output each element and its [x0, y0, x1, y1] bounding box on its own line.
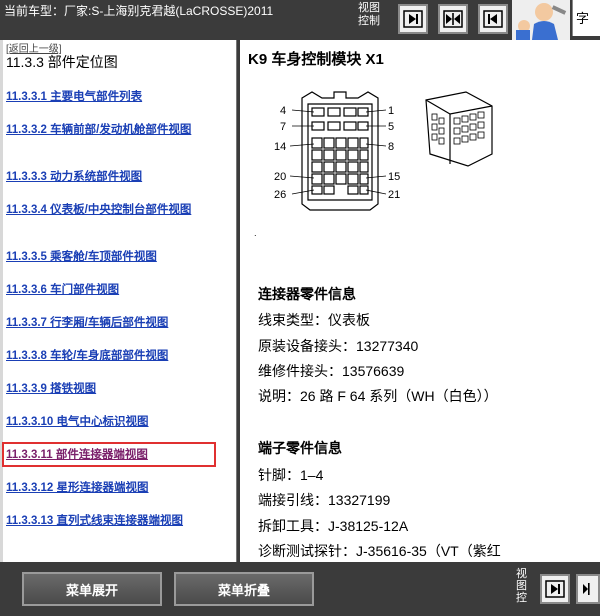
- pin-label-1: 1: [388, 105, 394, 117]
- prev-page-button[interactable]: [478, 4, 508, 34]
- description-line: 说明：26 路 F 64 系列（WH（白色））: [258, 388, 498, 404]
- mechanic-mascot-image: [512, 0, 570, 40]
- toc-scrollbar[interactable]: [0, 40, 3, 562]
- pin-label-14: 14: [274, 141, 286, 153]
- pins-line: 针脚：1–4: [258, 467, 324, 483]
- doc-title: K9 车身控制模块 X1: [248, 51, 384, 68]
- next-page-button[interactable]: [398, 4, 428, 34]
- arrow-right-bar-icon: [403, 10, 423, 28]
- view-control-label: 视图控制: [358, 1, 380, 27]
- active-item-highlight: [2, 442, 216, 467]
- toc-item-front-engine-bay[interactable]: 11.3.3.2 车辆前部/发动机舱部件视图: [6, 123, 228, 137]
- toc-item-trunk-rear[interactable]: 11.3.3.7 行李厢/车辆后部件视图: [6, 316, 228, 330]
- service-connector-line: 维修件接头：13576639: [258, 363, 405, 379]
- top-bar: 当前车型：厂家:S-上海别克君越(LaCROSSE)2011 视图控制 字: [0, 0, 600, 40]
- menu-collapse-button[interactable]: 菜单折叠: [174, 572, 314, 606]
- toc-item-dashboard-console[interactable]: 11.3.3.4 仪表板/中央控制台部件视图: [6, 203, 228, 217]
- split-view-button[interactable]: [438, 4, 468, 34]
- split-arrows-icon: [583, 583, 590, 595]
- split-view-button-bottom[interactable]: [576, 574, 600, 604]
- toc-pane: [返回上一级] 11.3.3 部件定位图 11.3.3.1 主要电气部件列表 1…: [0, 40, 237, 562]
- split-arrows-icon: [443, 10, 463, 28]
- top-right-panel[interactable]: 字: [572, 0, 600, 36]
- toc-item-inline-connector[interactable]: 11.3.3.13 直列式线束连接器端视图: [6, 514, 228, 528]
- terminal-info-heading: 端子零件信息: [258, 440, 342, 456]
- document-pane: K9 车身控制模块 X1 4 1 7 5 14 8 20 15 26 21 . …: [240, 40, 600, 562]
- connector-diagram: 4 1 7 5 14 8 20 15 26 21 .: [254, 91, 493, 238]
- toc-item-wheels-underbody[interactable]: 11.3.3.8 车轮/车身底部部件视图: [6, 349, 228, 363]
- bottom-bar: 菜单展开 菜单折叠 视图控: [0, 562, 600, 616]
- arrow-right-bar-icon: [545, 580, 565, 598]
- toc-item-doors[interactable]: 11.3.3.6 车门部件视图: [6, 283, 228, 297]
- harness-type-line: 线束类型：仪表板: [258, 312, 370, 328]
- pin-label-15: 15: [388, 171, 400, 183]
- toc-item-ground[interactable]: 11.3.3.9 搭铁视图: [6, 382, 228, 396]
- section-title: 11.3.3 部件定位图: [6, 54, 118, 70]
- toc-item-electrical-center[interactable]: 11.3.3.10 电气中心标识视图: [6, 415, 228, 429]
- oem-connector-line: 原装设备接头：13277340: [258, 338, 419, 354]
- connector-3d-view: [425, 91, 493, 167]
- test-probe-line: 诊断测试探针：J-35616-35（VT（紫红: [258, 543, 501, 559]
- arrow-left-bar-icon: [483, 10, 503, 28]
- toc-item-star-connector[interactable]: 11.3.3.12 星形连接器端视图: [6, 481, 228, 495]
- pin-label-4: 4: [280, 105, 286, 117]
- menu-expand-button[interactable]: 菜单展开: [22, 572, 162, 606]
- pin-label-8: 8: [388, 141, 394, 153]
- pin-label-7: 7: [280, 121, 286, 133]
- mechanic-icon: [512, 0, 570, 40]
- removal-tool-line: 拆卸工具：J-38125-12A: [258, 518, 409, 534]
- toc-item-main-parts-list[interactable]: 11.3.3.1 主要电气部件列表: [6, 90, 228, 104]
- next-page-button-bottom[interactable]: [540, 574, 570, 604]
- toc-item-powertrain[interactable]: 11.3.3.3 动力系统部件视图: [6, 170, 228, 184]
- svg-text:.: .: [254, 229, 257, 238]
- toc-item-cabin-roof[interactable]: 11.3.3.5 乘客舱/车顶部件视图: [6, 250, 228, 264]
- pin-label-20: 20: [274, 171, 286, 183]
- pin-label-26: 26: [274, 189, 286, 201]
- connector-face: [301, 91, 379, 211]
- view-control-label-bottom: 视图控: [516, 567, 527, 604]
- connector-info-heading: 连接器零件信息: [258, 286, 356, 302]
- pin-label-5: 5: [388, 121, 394, 133]
- pin-label-21: 21: [388, 189, 400, 201]
- current-vehicle-label: 当前车型：厂家:S-上海别克君越(LaCROSSE)2011: [4, 4, 274, 18]
- terminal-lead-line: 端接引线：13327199: [258, 492, 391, 508]
